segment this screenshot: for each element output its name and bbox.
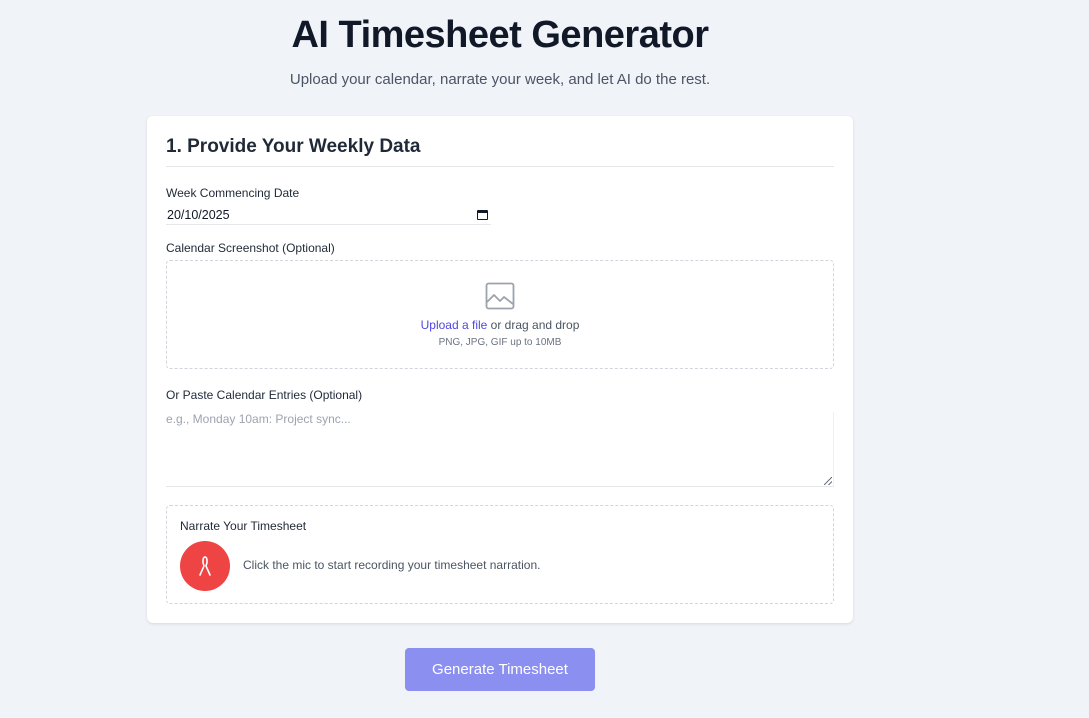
weekly-data-card: 1. Provide Your Weekly Data Week Commenc… xyxy=(147,116,853,623)
calendar-entries-textarea[interactable]: e.g., Monday 10am: Project sync... xyxy=(166,412,834,487)
microphone-icon xyxy=(199,556,211,576)
date-label: Week Commencing Date xyxy=(166,186,300,200)
paste-entries-label: Or Paste Calendar Entries (Optional) xyxy=(166,388,363,402)
narration-title: Narrate Your Timesheet xyxy=(180,519,307,533)
narration-status: Click the mic to start recording your ti… xyxy=(243,558,541,572)
microphone-button[interactable] xyxy=(180,541,230,591)
upload-hint: PNG, JPG, GIF up to 10MB xyxy=(438,337,562,348)
textarea-placeholder: e.g., Monday 10am: Project sync... xyxy=(166,412,351,426)
image-icon xyxy=(485,282,515,310)
generate-timesheet-button[interactable]: Generate Timesheet xyxy=(405,648,595,691)
date-value: 20/10/2025 xyxy=(167,207,230,222)
page-title: AI Timesheet Generator xyxy=(291,14,709,56)
drag-drop-text: or drag and drop xyxy=(487,318,580,332)
upload-instructions: Upload a file or drag and drop xyxy=(167,318,833,332)
narration-panel: Narrate Your Timesheet Click the mic to … xyxy=(166,505,834,604)
card-heading: 1. Provide Your Weekly Data xyxy=(166,136,834,167)
week-commencing-date-input[interactable]: 20/10/2025 xyxy=(166,205,491,225)
upload-file-link[interactable]: Upload a file xyxy=(421,318,488,332)
calendar-icon[interactable] xyxy=(477,209,488,220)
page-subtitle: Upload your calendar, narrate your week,… xyxy=(289,71,711,88)
calendar-dropzone[interactable]: Upload a file or drag and drop PNG, JPG,… xyxy=(166,260,834,369)
calendar-screenshot-label: Calendar Screenshot (Optional) xyxy=(166,241,335,255)
resize-handle-icon[interactable] xyxy=(824,477,832,485)
page: AI Timesheet Generator Upload your calen… xyxy=(0,0,1089,718)
